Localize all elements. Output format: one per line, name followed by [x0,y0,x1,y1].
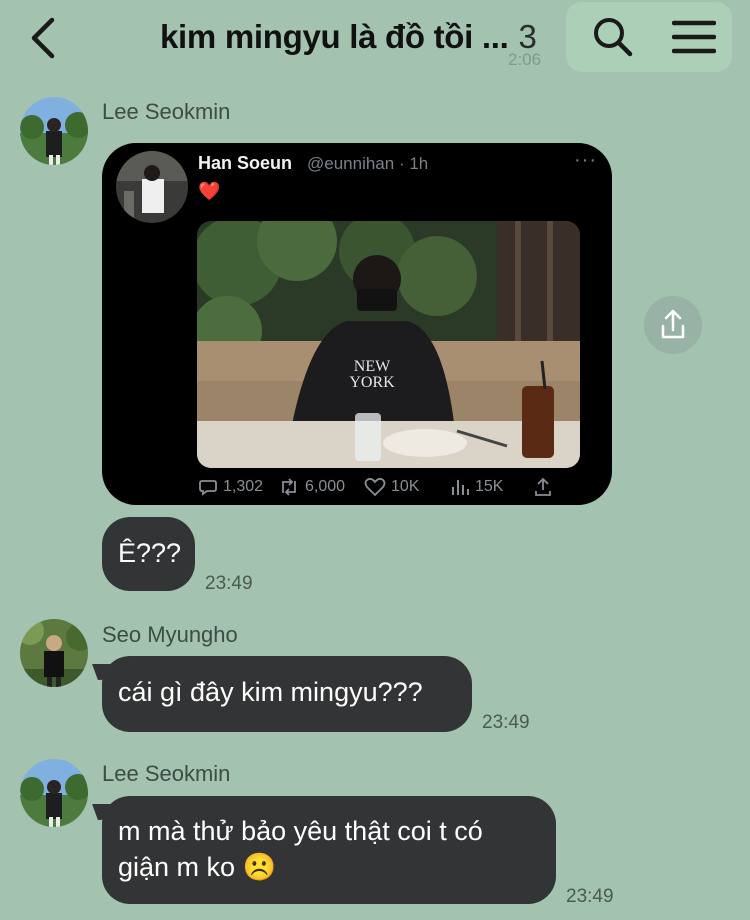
chat-header: 2:06 kim mingyu là đồ tồi ... 3 [0,0,750,78]
sender-name: Lee Seokmin [102,761,231,786]
message-time: 23:49 [205,573,253,594]
reply-icon [199,480,217,496]
message-bubble[interactable]: cái gì đây kim mingyu??? [92,656,472,732]
search-button[interactable] [592,16,634,58]
tweet-more-icon[interactable]: ··· [574,149,597,172]
tweet-views[interactable]: 15K [450,477,503,497]
chat-title-text: kim mingyu là đồ tồi ... [160,18,509,55]
tweet-author-name: Han Soeun [198,153,293,173]
views-chart-icon [452,480,469,495]
tweet-author-handle: @eunnihan · 1h [307,154,429,173]
chat-title: kim mingyu là đồ tồi ... 3 [160,18,560,56]
avatar[interactable] [20,97,88,165]
retweet-icon [282,478,296,496]
message-text-line-1: m mà thử bảo yêu thật coi t có [118,816,483,846]
tweet-avatar-photo [116,151,188,223]
search-icon [594,18,633,57]
tweet-photo-illustration: NEW YORK [197,221,580,468]
message-text: Ê??? [118,538,182,568]
heart-outline-icon [364,477,386,497]
tweet-card[interactable]: Han Soeun @eunnihan · 1h ··· ❤️ NEW YORK [102,143,612,505]
sender-name: Seo Myungho [102,622,238,647]
avatar[interactable] [20,759,88,827]
svg-text:NEW: NEW [354,358,391,375]
avatar[interactable] [20,619,88,687]
message-time: 23:49 [482,712,530,733]
tweet-likes-count: 10K [391,478,420,495]
back-button[interactable] [26,16,66,60]
chevron-left-icon [31,17,55,59]
sender-name: Lee Seokmin [102,99,231,124]
tweet-stats: 1,302 6,000 10K 15K [198,477,598,501]
menu-icon [671,20,717,54]
tweet-share-icon [535,477,551,496]
tweet-views-count: 15K [475,478,504,495]
avatar-photo [20,619,88,687]
tweet-retweets-count: 6,000 [305,478,346,495]
tweet-retweets[interactable]: 6,000 [278,477,345,497]
svg-text:YORK: YORK [349,374,395,391]
bubble-tail [92,804,116,820]
tweet-author-avatar [116,151,188,223]
tweet-text: ❤️ [198,181,221,201]
bubble-tail [92,664,116,680]
message-text: cái gì đây kim mingyu??? [118,677,423,707]
tweet-likes[interactable]: 10K [364,477,419,497]
share-button[interactable] [644,296,702,354]
avatar-photo [20,759,88,827]
message-text-line-2: giận m ko ☹️ [118,852,277,882]
tweet-share[interactable] [533,477,553,497]
message-bubble[interactable]: m mà thử bảo yêu thật coi t có giận m ko… [92,796,556,904]
tweet-image[interactable]: NEW YORK [197,221,580,468]
share-icon [661,309,685,339]
avatar-photo [20,97,88,165]
member-count: 3 [518,18,537,55]
tweet-replies[interactable]: 1,302 [198,477,263,497]
tweet-replies-count: 1,302 [223,478,264,495]
menu-button[interactable] [671,20,717,54]
message-bubble[interactable]: Ê??? [102,517,195,591]
message-time: 23:49 [566,886,614,907]
